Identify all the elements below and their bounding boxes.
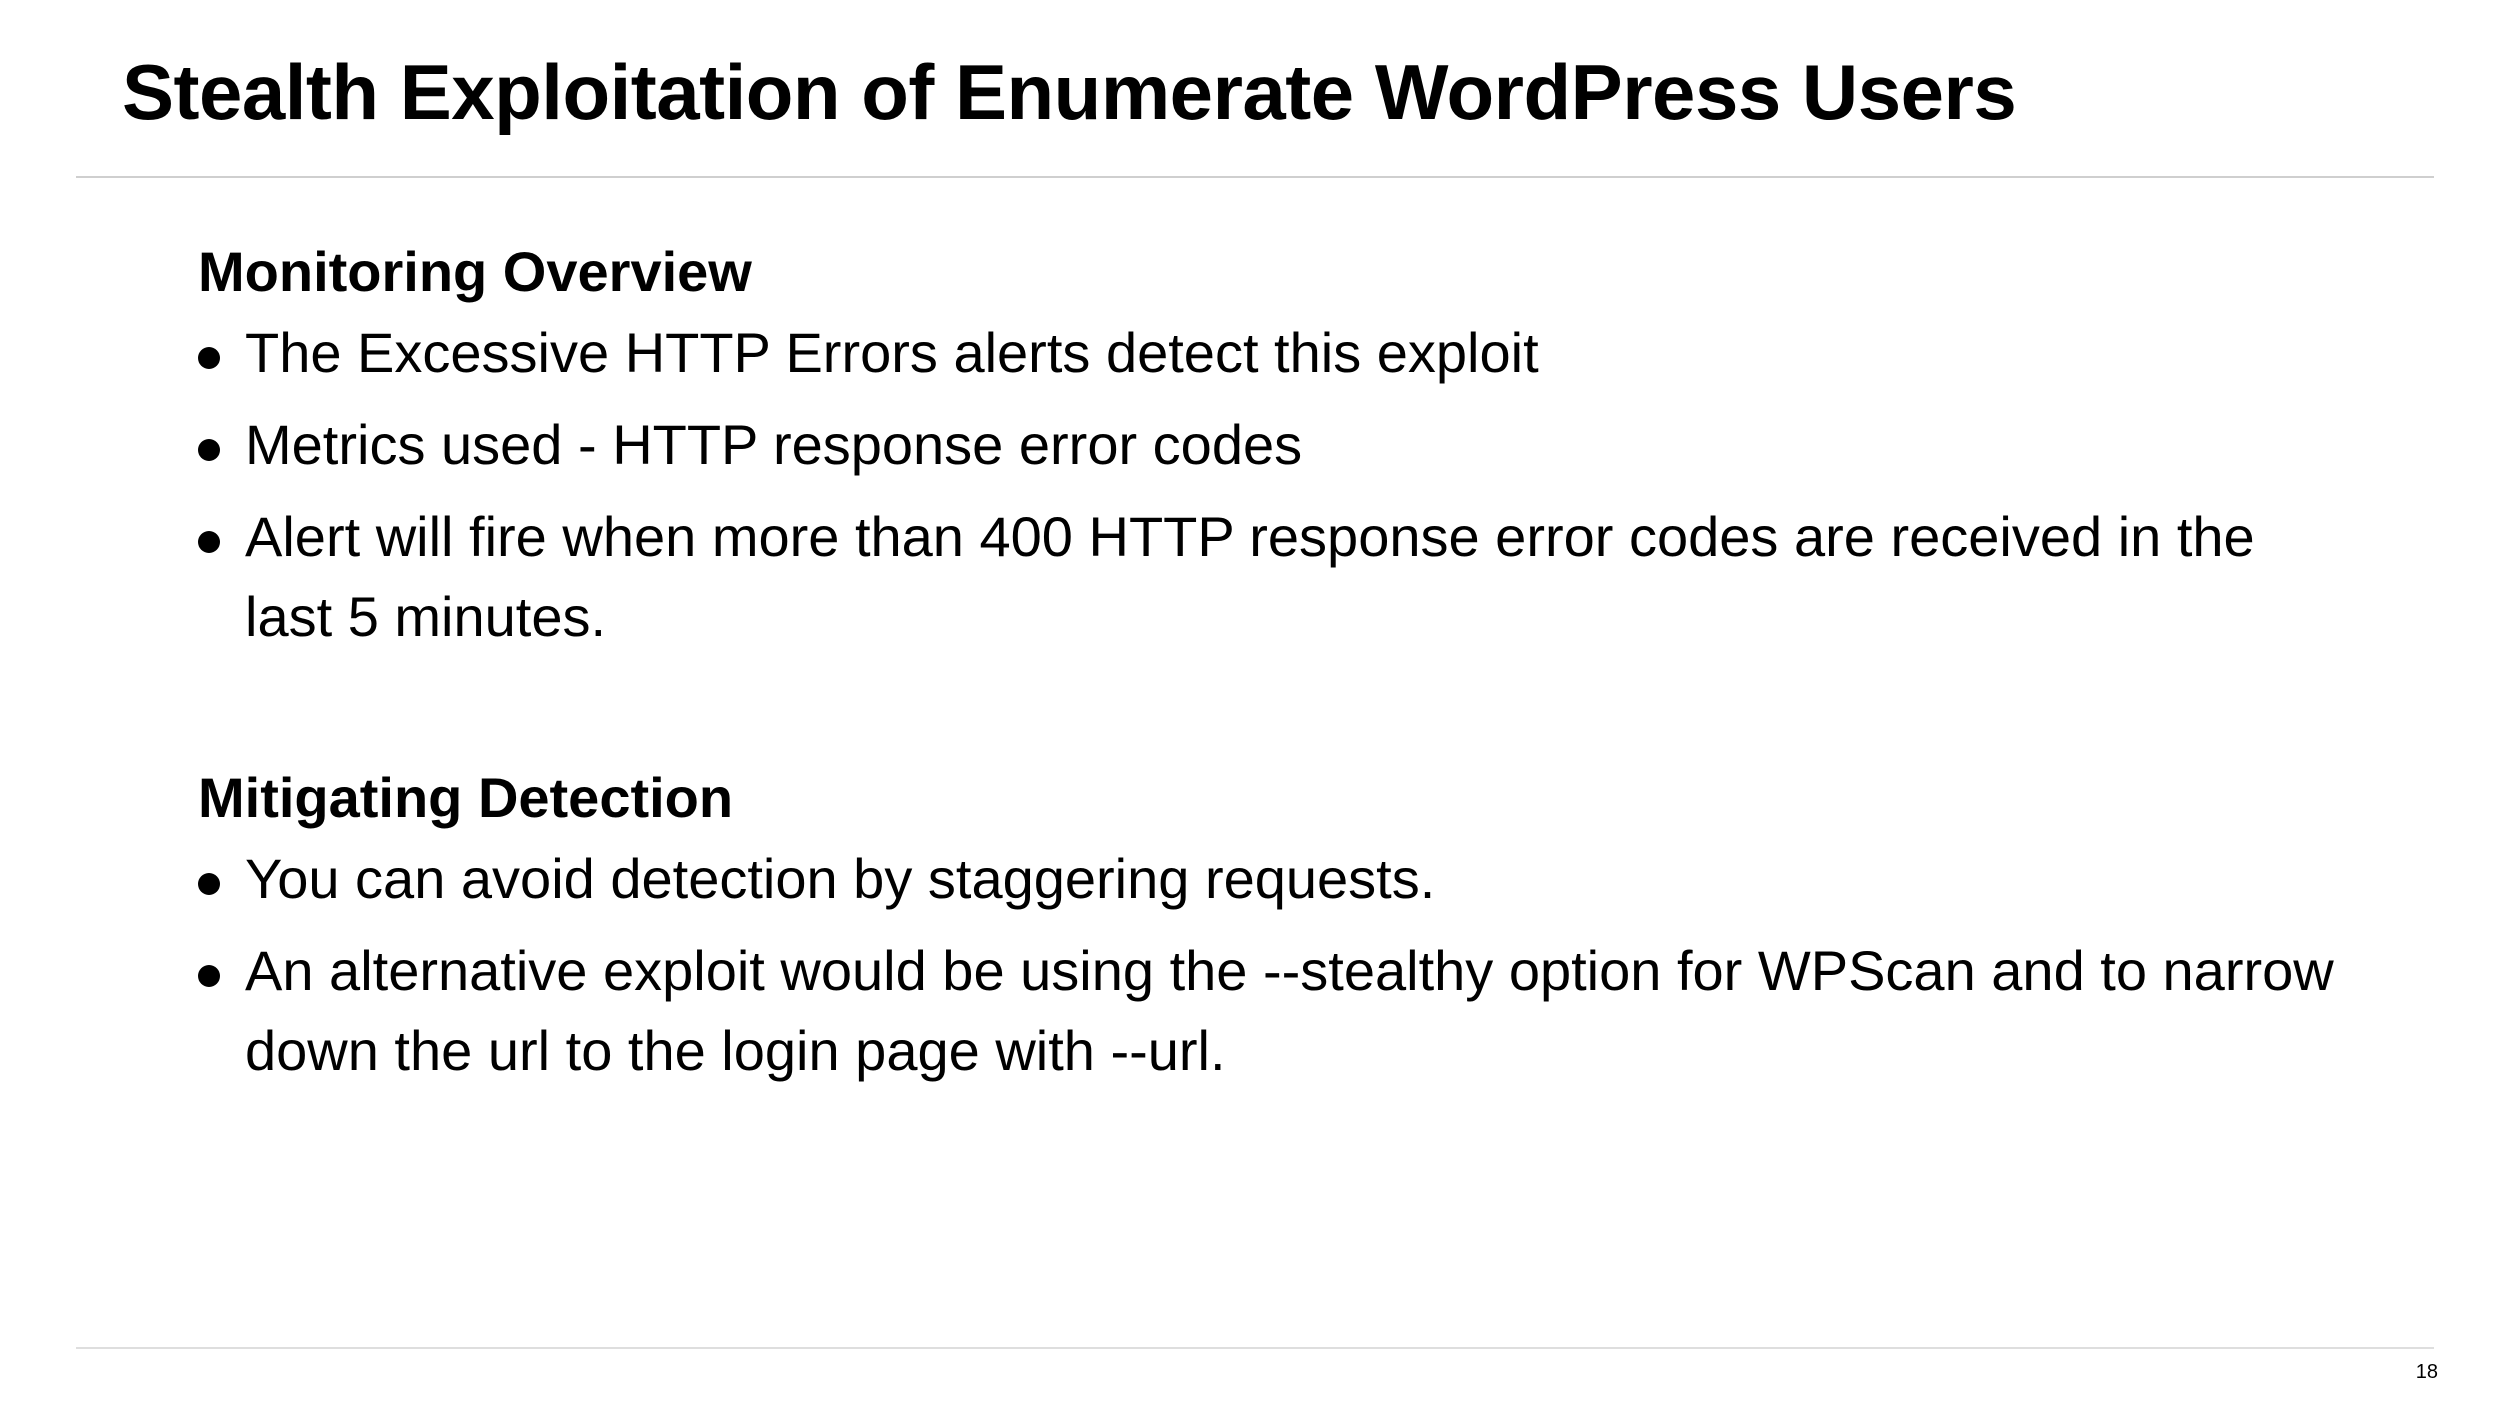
list-item: Alert will fire when more than 400 HTTP … (198, 497, 2338, 657)
bullet-list: The Excessive HTTP Errors alerts detect … (198, 313, 2338, 657)
bullet-text: You can avoid detection by staggering re… (245, 847, 1436, 910)
bullet-list: You can avoid detection by staggering re… (198, 839, 2338, 1091)
page-number: 18 (2415, 1361, 2438, 1383)
section-heading: Monitoring Overview (198, 240, 752, 303)
section-monitoring-overview: Monitoring Overview The Excessive HTTP E… (198, 237, 2338, 669)
bullet-text: Metrics used - HTTP response error codes (245, 413, 1303, 476)
list-item: The Excessive HTTP Errors alerts detect … (198, 313, 2338, 393)
title-divider (76, 176, 2434, 178)
slide-title: Stealth Exploitation of Enumerate WordPr… (122, 48, 2017, 136)
bullet-dot-icon (198, 439, 220, 461)
footer-divider (76, 1347, 2434, 1349)
bullet-text: Alert will fire when more than 400 HTTP … (245, 505, 2255, 648)
bullet-dot-icon (198, 965, 220, 987)
slide: Stealth Exploitation of Enumerate WordPr… (0, 0, 2500, 1406)
bullet-text: An alternative exploit would be using th… (245, 939, 2334, 1082)
list-item: An alternative exploit would be using th… (198, 931, 2338, 1091)
bullet-dot-icon (198, 873, 220, 895)
bullet-dot-icon (198, 531, 220, 553)
bullet-text: The Excessive HTTP Errors alerts detect … (245, 321, 1539, 384)
section-heading: Mitigating Detection (198, 766, 734, 829)
bullet-dot-icon (198, 347, 220, 369)
list-item: Metrics used - HTTP response error codes (198, 405, 2338, 485)
list-item: You can avoid detection by staggering re… (198, 839, 2338, 919)
section-mitigating-detection: Mitigating Detection You can avoid detec… (198, 763, 2338, 1103)
